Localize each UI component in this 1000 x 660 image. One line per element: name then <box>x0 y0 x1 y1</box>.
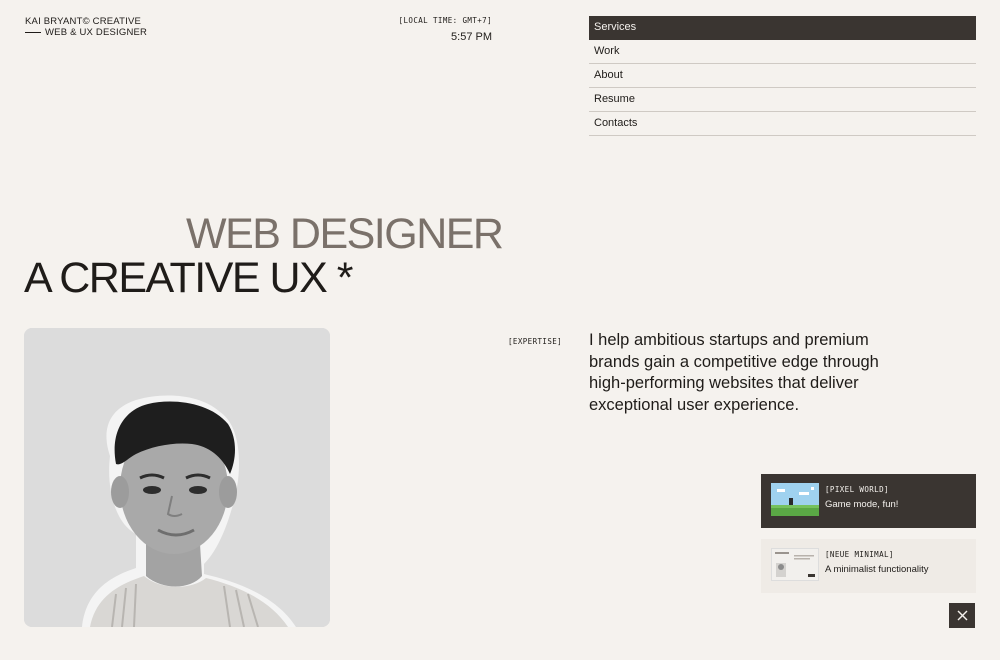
nav-item-services[interactable]: Services <box>589 16 976 40</box>
nav-item-resume[interactable]: Resume <box>589 88 976 112</box>
expertise-tag: [EXPERTISE] <box>508 337 563 346</box>
portrait-illustration <box>24 328 330 627</box>
neue-minimal-description: A minimalist functionality <box>825 564 929 575</box>
hero-heading-primary: A CREATIVE UX * <box>24 254 353 302</box>
project-card-neue-minimal[interactable]: [NEUE MINIMAL] A minimalist functionalit… <box>761 539 976 593</box>
portrait-photo <box>24 328 330 627</box>
brand-role: WEB & UX DESIGNER <box>45 27 148 38</box>
project-card-pixel-world[interactable]: [PIXEL WORLD] Game mode, fun! <box>761 474 976 528</box>
pixel-world-tag: [PIXEL WORLD] <box>825 485 889 494</box>
pixel-world-description: Game mode, fun! <box>825 499 899 510</box>
close-button[interactable] <box>949 603 975 628</box>
neue-minimal-tag: [NEUE MINIMAL] <box>825 550 894 559</box>
nav-item-about[interactable]: About <box>589 64 976 88</box>
local-time-label: [LOCAL TIME: GMT+7] <box>398 16 492 25</box>
minimal-site-image <box>772 549 818 580</box>
local-time: [LOCAL TIME: GMT+7] 5:57 PM <box>399 16 492 43</box>
nav-item-contacts[interactable]: Contacts <box>589 112 976 136</box>
neue-minimal-text: [NEUE MINIMAL] A minimalist functionalit… <box>825 548 928 584</box>
expertise-description: I help ambitious startups and premium br… <box>589 331 879 414</box>
pixel-world-text: [PIXEL WORLD] Game mode, fun! <box>825 483 898 519</box>
brand-name: KAI BRYANT© CREATIVE <box>25 16 142 27</box>
nav-item-work[interactable]: Work <box>589 40 976 64</box>
brand-block[interactable]: KAI BRYANT© CREATIVE WEB & UX DESIGNER <box>25 16 147 38</box>
close-icon <box>957 610 967 621</box>
brand-role-line: WEB & UX DESIGNER <box>25 27 147 38</box>
neue-minimal-thumbnail <box>771 548 819 581</box>
dash-divider <box>25 32 41 33</box>
main-nav: Services Work About Resume Contacts <box>589 16 976 136</box>
local-time-value: 5:57 PM <box>451 31 492 43</box>
pixel-world-thumbnail <box>771 483 819 516</box>
game-scene-image <box>771 483 819 516</box>
